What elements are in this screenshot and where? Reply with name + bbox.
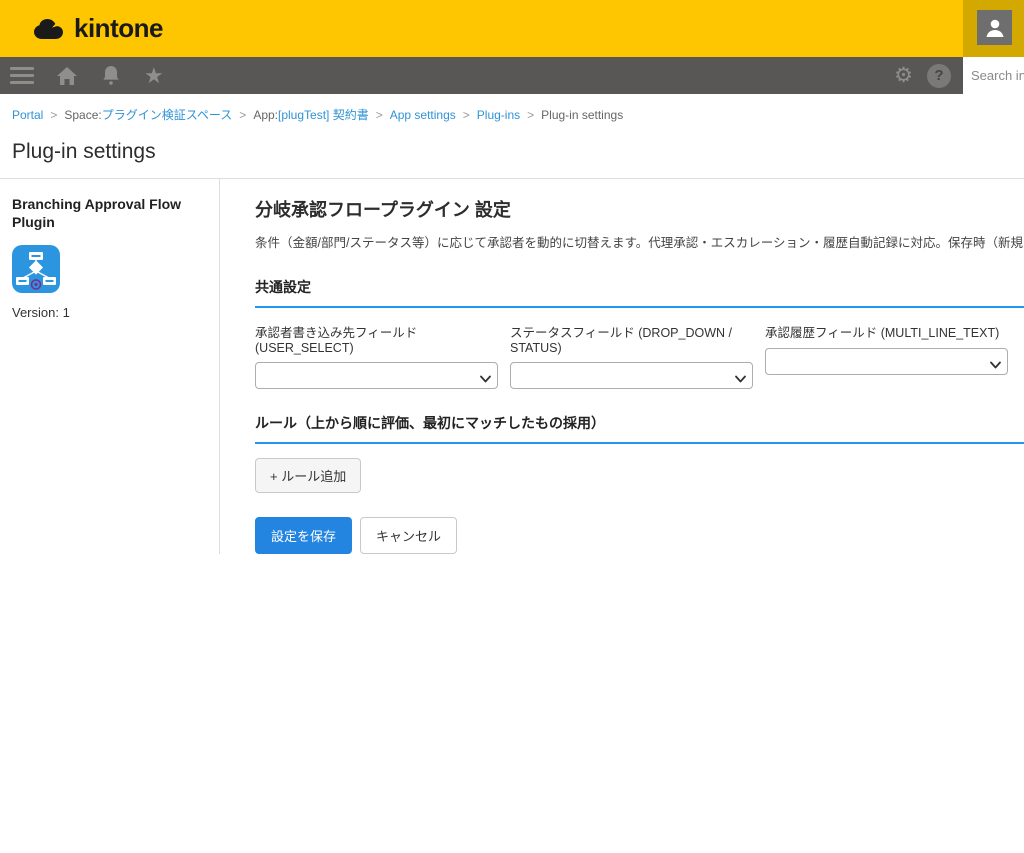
home-icon[interactable]	[56, 66, 78, 86]
search-box	[963, 57, 1024, 94]
help-icon[interactable]: ?	[927, 64, 951, 88]
flowchart-icon	[12, 245, 60, 293]
page-title: Plug-in settings	[0, 123, 1024, 164]
field-label-approver-target: 承認者書き込み先フィールド (USER_SELECT)	[255, 322, 498, 355]
cloud-icon	[30, 14, 70, 44]
bell-icon[interactable]	[102, 65, 120, 86]
plugin-sidebar: Branching Approval Flow Plugin Version: …	[0, 179, 220, 554]
user-menu-area[interactable]	[963, 0, 1024, 57]
breadcrumb-space[interactable]: プラグイン検証スペース	[102, 106, 233, 123]
section-common-settings: 共通設定	[255, 277, 1024, 308]
field-status: ステータスフィールド (DROP_DOWN / STATUS)	[510, 322, 753, 389]
cancel-button[interactable]: キャンセル	[360, 517, 457, 554]
hamburger-icon[interactable]	[10, 67, 34, 84]
field-label-status: ステータスフィールド (DROP_DOWN / STATUS)	[510, 322, 753, 355]
user-icon	[983, 16, 1007, 40]
global-navbar: ★ ⚙ ?	[0, 57, 1024, 94]
field-label-approval-history: 承認履歴フィールド (MULTI_LINE_TEXT)	[765, 322, 1008, 341]
breadcrumb-app-prefix: App:	[253, 108, 278, 122]
status-field-select[interactable]	[510, 362, 753, 389]
settings-heading: 分岐承認フロープラグイン 設定	[255, 196, 1024, 222]
app-header: kintone	[0, 0, 1024, 57]
plugin-name: Branching Approval Flow Plugin	[12, 195, 219, 231]
field-approval-history: 承認履歴フィールド (MULTI_LINE_TEXT)	[765, 322, 1008, 389]
section-rules: ルール（上から順に評価、最初にマッチしたもの採用）	[255, 413, 1024, 444]
logo-wordmark: kintone	[74, 13, 163, 44]
field-approver-target: 承認者書き込み先フィールド (USER_SELECT)	[255, 322, 498, 389]
kintone-logo[interactable]: kintone	[30, 13, 163, 44]
save-button[interactable]: 設定を保存	[255, 517, 352, 554]
breadcrumb-space-prefix: Space:	[64, 108, 101, 122]
breadcrumb: Portal > Space: プラグイン検証スペース > App: [plug…	[0, 94, 1024, 123]
approver-target-select[interactable]	[255, 362, 498, 389]
breadcrumb-app[interactable]: [plugTest] 契約書	[278, 106, 369, 123]
avatar[interactable]	[977, 10, 1012, 45]
approval-history-select[interactable]	[765, 348, 1008, 375]
plugin-settings-panel: 分岐承認フロープラグイン 設定 条件（金額/部門/ステータス等）に応じて承認者を…	[220, 179, 1024, 554]
breadcrumb-current: Plug-in settings	[541, 108, 623, 122]
star-icon[interactable]: ★	[144, 65, 164, 87]
breadcrumb-app-settings[interactable]: App settings	[390, 108, 456, 122]
search-input[interactable]	[963, 57, 1024, 94]
settings-description: 条件（金額/部門/ステータス等）に応じて承認者を動的に切替えます。代理承認・エス…	[255, 232, 1024, 251]
breadcrumb-plugins[interactable]: Plug-ins	[477, 108, 520, 122]
breadcrumb-portal[interactable]: Portal	[12, 108, 43, 122]
add-rule-button[interactable]: + ルール追加	[255, 458, 361, 493]
plugin-version: Version: 1	[12, 305, 219, 320]
gear-icon[interactable]: ⚙	[894, 65, 913, 86]
